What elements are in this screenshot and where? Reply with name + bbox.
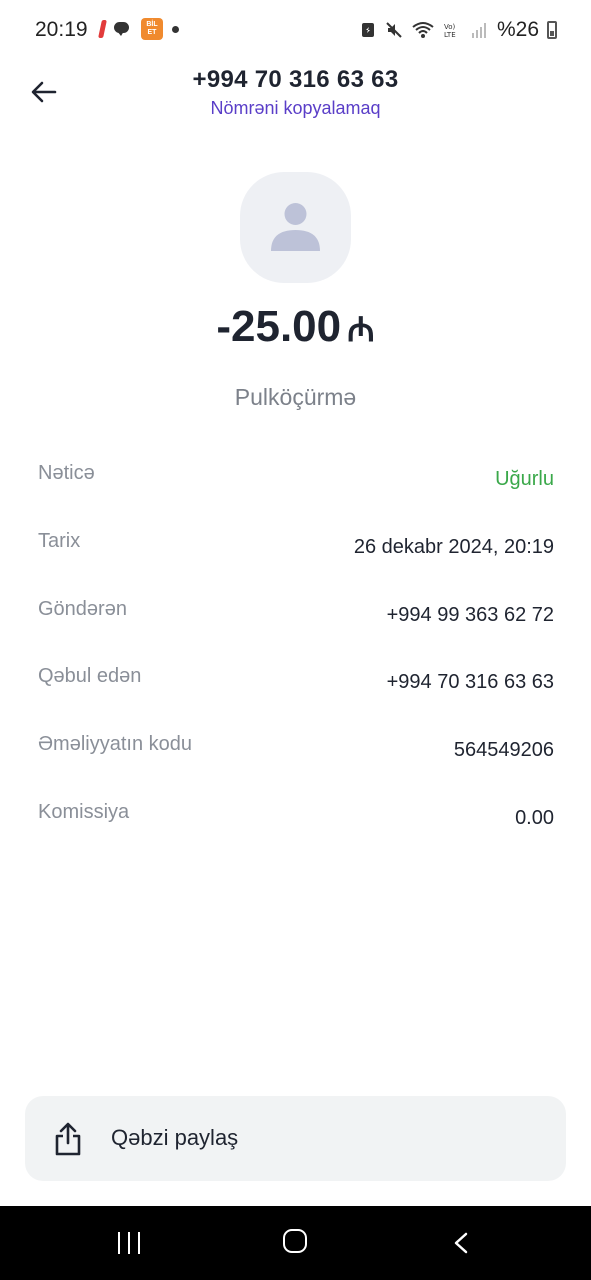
- detail-label: Qəbul edən: [38, 665, 142, 687]
- recent-apps-button[interactable]: [117, 1230, 143, 1256]
- status-time: 20:19: [35, 18, 88, 41]
- transfer-type: Pulköçürmə: [234, 384, 357, 410]
- page-title: +994 70 316 63 63: [192, 66, 399, 93]
- detail-row-receiver: Qəbul edən +994 70 316 63 63: [38, 665, 554, 705]
- detail-value: 564549206: [453, 739, 554, 761]
- person-icon: [271, 203, 320, 251]
- flag-notification-icon: [98, 20, 107, 38]
- svg-text:LTE: LTE: [444, 31, 456, 39]
- detail-label: Əməliyyatın kodu: [38, 733, 193, 755]
- detail-value: 26 dekabr 2024, 20:19: [353, 536, 554, 558]
- detail-label: Komissiya: [38, 801, 130, 823]
- svg-text:Vo): Vo): [444, 23, 456, 31]
- system-nav-bar: [0, 1206, 591, 1280]
- share-button-label: Qəbzi paylaş: [111, 1125, 239, 1150]
- nav-back-button[interactable]: [452, 1232, 470, 1254]
- status-bar: 20:19 BİL ET Vo) LTE %26: [0, 0, 591, 60]
- battery-saver-icon: [361, 23, 374, 37]
- detail-value: +994 99 363 62 72: [386, 604, 554, 626]
- amount-value: -25.00: [216, 302, 342, 351]
- detail-row-sender: Göndərən +994 99 363 62 72: [38, 598, 554, 638]
- system-icons: Vo) LTE %26: [359, 18, 557, 42]
- detail-label: Göndərən: [38, 598, 127, 620]
- avatar: [240, 172, 351, 283]
- signal-icon: [471, 23, 486, 38]
- copy-number-link[interactable]: Nömrəni kopyalamaq: [0, 98, 591, 119]
- more-notifications-icon: [172, 25, 179, 33]
- wifi-icon: [412, 22, 434, 38]
- detail-label: Tarix: [38, 530, 81, 552]
- mute-icon: [386, 22, 402, 38]
- detail-row-result: Nəticə Uğurlu: [38, 462, 554, 502]
- detail-row-commission: Komissiya 0.00: [38, 801, 554, 841]
- home-button[interactable]: [283, 1229, 307, 1253]
- battery-icon: [547, 21, 557, 39]
- share-icon: [55, 1122, 81, 1156]
- detail-row-operation-code: Əməliyyatın kodu 564549206: [38, 733, 554, 773]
- detail-value: +994 70 316 63 63: [386, 671, 554, 693]
- detail-value: 0.00: [515, 807, 554, 829]
- notification-icons: BİL ET: [98, 18, 179, 40]
- transfer-amount: -25.00 ₼: [0, 302, 591, 352]
- battery-percent: %26: [496, 18, 539, 41]
- chat-notification-icon: [114, 22, 132, 36]
- currency-symbol: ₼: [347, 311, 375, 349]
- app-notification-icon: BİL ET: [141, 18, 163, 40]
- detail-label: Nəticə: [38, 462, 95, 484]
- volte-icon: Vo)LTE: [444, 23, 456, 39]
- detail-value-status: Uğurlu: [495, 468, 554, 490]
- share-receipt-button[interactable]: Qəbzi paylaş: [25, 1096, 566, 1181]
- detail-row-date: Tarix 26 dekabr 2024, 20:19: [38, 530, 554, 570]
